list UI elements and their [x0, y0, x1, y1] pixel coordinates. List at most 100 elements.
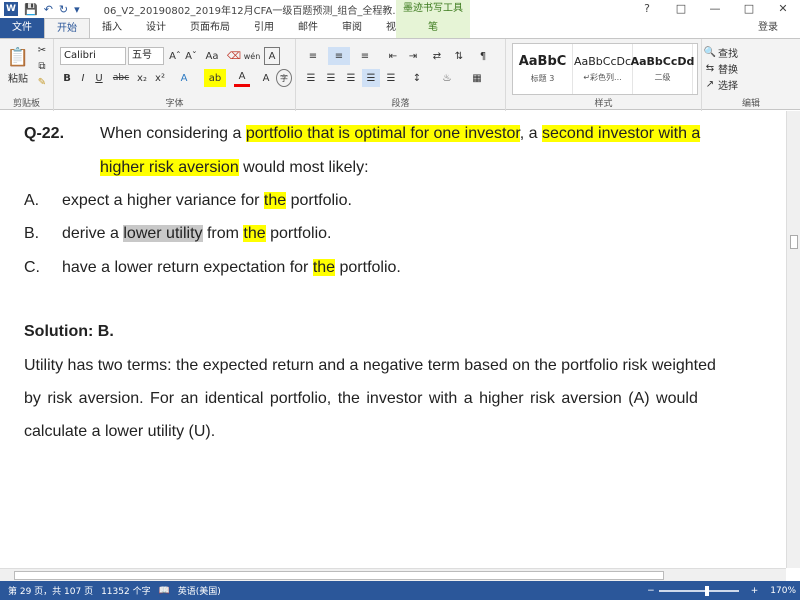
change-case-icon[interactable]: Aa — [202, 47, 222, 65]
find-icon[interactable]: 🔍 — [704, 45, 716, 59]
subscript-icon[interactable]: x₂ — [134, 69, 150, 87]
help-icon[interactable]: ? — [630, 0, 664, 18]
highlighted-text: the — [243, 225, 266, 242]
italic-icon[interactable]: I — [76, 69, 90, 87]
align-right-icon[interactable]: ☰ — [342, 69, 360, 87]
bullets-icon[interactable]: ≡ — [302, 47, 324, 65]
borders-icon[interactable]: ▦ — [466, 69, 488, 87]
underline-icon[interactable]: U — [92, 69, 106, 87]
text-effects-icon[interactable]: A — [176, 69, 192, 87]
styles-gallery: AaBbC 标题 3 AaBbCcDc ↵彩色列... AaBbCcDd 二级 — [512, 43, 698, 95]
line-spacing-icon[interactable]: ↕ — [406, 69, 428, 87]
style-level2[interactable]: AaBbCcDd 二级 — [630, 44, 695, 94]
question-line-2: higher risk aversion would most likely: — [100, 159, 369, 177]
page-count[interactable]: 第 29 页，共 107 页 — [8, 584, 93, 597]
proofing-icon[interactable]: 📖 — [159, 586, 170, 596]
horizontal-scroll-thumb[interactable] — [14, 571, 664, 580]
editing-label: 编辑 — [741, 99, 760, 109]
sort-icon[interactable]: ⇅ — [450, 47, 468, 65]
language-indicator[interactable]: 英语(美国) — [178, 584, 221, 597]
format-painter-icon[interactable]: ✎ — [34, 75, 50, 89]
clipboard-group: 📋 粘贴 ✂ ⧉ ✎ 剪贴板 — [0, 39, 54, 111]
clear-format-icon[interactable]: ⌫ — [226, 47, 242, 65]
replace-button[interactable]: 替换 — [718, 61, 758, 76]
text-span: portfolio. — [286, 192, 352, 209]
show-marks-icon[interactable]: ¶ — [474, 47, 492, 65]
tab-mailings[interactable]: 邮件 — [286, 18, 330, 38]
distributed-icon[interactable]: ☰ — [382, 69, 400, 87]
quick-access-toolbar: W 💾 ↶ ↻ ▾ — [0, 2, 80, 16]
shrink-font-icon[interactable]: Aˇ — [184, 47, 198, 65]
tab-review[interactable]: 审阅 — [330, 18, 374, 38]
cut-icon[interactable]: ✂ — [34, 43, 50, 57]
zoom-slider[interactable] — [658, 585, 739, 596]
font-family-select[interactable]: Calibri — [60, 47, 126, 65]
enclose-char-icon[interactable]: 字 — [276, 69, 292, 87]
zoom-level[interactable]: 170% — [770, 586, 796, 596]
align-left-icon[interactable]: ☰ — [302, 69, 320, 87]
tab-pen[interactable]: 笔 — [396, 18, 470, 38]
tab-references[interactable]: 引用 — [242, 18, 286, 38]
align-center-icon[interactable]: ☰ — [322, 69, 340, 87]
minimize-button[interactable]: — — [698, 0, 732, 18]
tab-file[interactable]: 文件 — [0, 18, 44, 38]
replace-icon[interactable]: ⇆ — [704, 61, 716, 75]
close-button[interactable]: ✕ — [766, 0, 800, 18]
zoom-in-icon[interactable]: + — [751, 586, 759, 596]
vertical-scroll-thumb[interactable] — [790, 235, 798, 249]
undo-icon[interactable]: ↶ — [44, 3, 53, 16]
style-sample: AaBbCcDc — [573, 55, 632, 68]
copy-icon[interactable]: ⧉ — [34, 59, 50, 73]
multilevel-list-icon[interactable]: ≡ — [354, 47, 376, 65]
tab-design[interactable]: 设计 — [134, 18, 178, 38]
paste-icon[interactable]: 📋 — [6, 43, 30, 71]
decrease-indent-icon[interactable]: ⇤ — [384, 47, 402, 65]
ribbon-display-icon[interactable]: □ — [664, 0, 698, 18]
document-area[interactable]: Q-22. When considering a portfolio that … — [0, 111, 786, 568]
status-bar: 第 29 页，共 107 页 11352 个字 📖 英语(美国) − + 170… — [0, 581, 800, 600]
customize-toolbar-icon[interactable]: ▾ — [74, 3, 80, 16]
tab-layout[interactable]: 页面布局 — [178, 18, 242, 38]
increase-indent-icon[interactable]: ⇥ — [404, 47, 422, 65]
solution-line: by risk aversion. For an identical portf… — [24, 390, 698, 407]
zoom-slider-knob[interactable] — [704, 585, 709, 596]
zoom-out-icon[interactable]: − — [647, 586, 655, 596]
tab-insert[interactable]: 插入 — [90, 18, 134, 38]
phonetic-guide-icon[interactable]: wén — [244, 47, 261, 65]
redo-icon[interactable]: ↻ — [59, 3, 68, 16]
find-button[interactable]: 查找 — [718, 45, 758, 60]
paste-button[interactable]: 粘贴 — [4, 71, 32, 85]
tab-home[interactable]: 开始 — [44, 18, 90, 38]
justify-icon[interactable]: ☰ — [362, 69, 380, 87]
maximize-button[interactable]: □ — [732, 0, 766, 18]
grow-font-icon[interactable]: Aˆ — [168, 47, 182, 65]
superscript-icon[interactable]: x² — [152, 69, 168, 87]
char-shading-icon[interactable]: A — [258, 69, 274, 87]
font-size-select[interactable]: 五号 — [128, 47, 164, 65]
font-color-icon[interactable]: A — [234, 69, 250, 87]
numbering-icon[interactable]: ≡ — [328, 47, 350, 65]
highlight-color-icon[interactable]: ab — [204, 69, 226, 87]
style-sample: AaBbCcDd — [630, 55, 695, 68]
text-span: , a — [519, 125, 543, 142]
option-a-letter: A. — [24, 192, 40, 209]
style-heading3[interactable]: AaBbC 标题 3 — [513, 44, 573, 94]
select-button[interactable]: 选择 — [718, 77, 758, 92]
select-icon[interactable]: ↗ — [704, 77, 716, 91]
strikethrough-icon[interactable]: abc — [110, 69, 132, 87]
style-color-list[interactable]: AaBbCcDc ↵彩色列... — [573, 44, 633, 94]
text-span: from — [202, 225, 244, 242]
vertical-scrollbar[interactable] — [786, 111, 800, 568]
horizontal-scrollbar[interactable] — [0, 568, 786, 581]
text-span: portfolio. — [265, 225, 332, 242]
highlighted-text: portfolio that is optimal for one invest… — [245, 125, 520, 142]
bold-icon[interactable]: B — [60, 69, 74, 87]
login-link[interactable]: 登录 — [758, 18, 778, 38]
char-border-icon[interactable]: A — [264, 47, 280, 65]
word-count[interactable]: 11352 个字 — [101, 584, 151, 597]
chinese-layout-icon[interactable]: ⇄ — [428, 47, 446, 65]
save-icon[interactable]: 💾 — [24, 3, 38, 16]
shading-icon[interactable]: ♨ — [436, 69, 458, 87]
highlighted-text: the — [312, 259, 336, 276]
styles-label: 样式 — [594, 99, 613, 109]
